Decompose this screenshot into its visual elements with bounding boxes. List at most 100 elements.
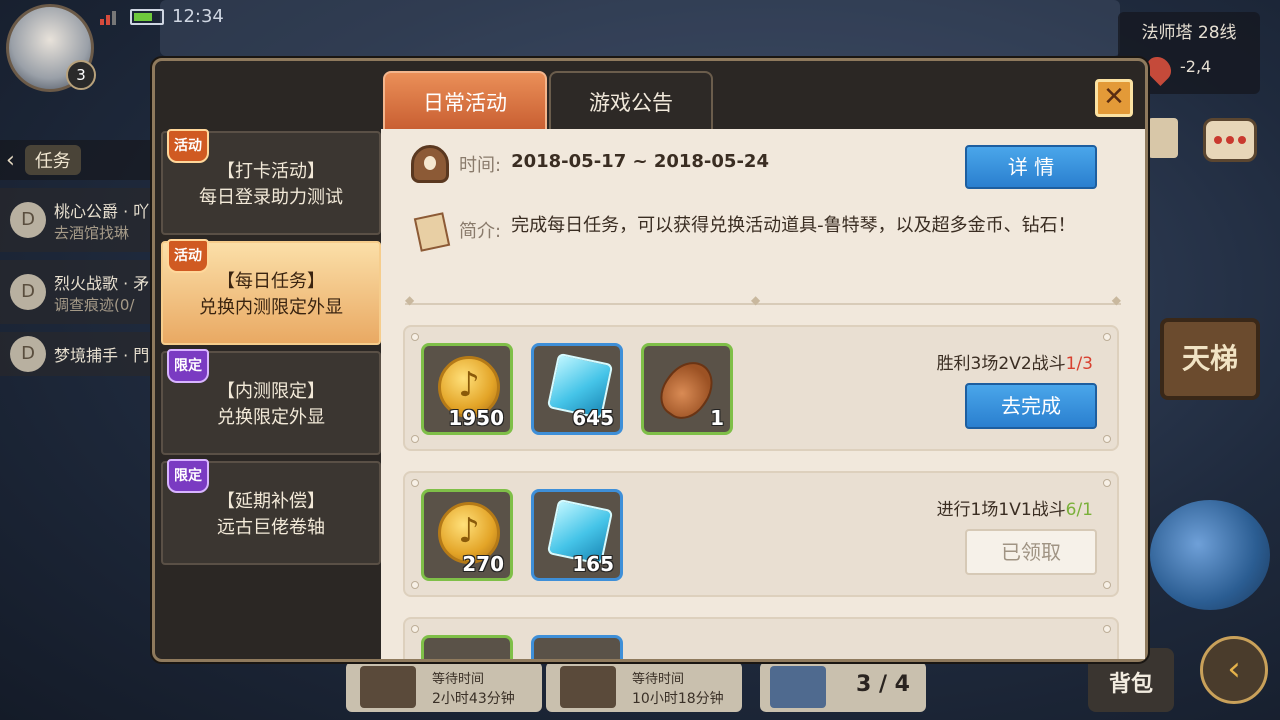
task-subtitle: 调查痕迹(0/ bbox=[54, 295, 135, 314]
category-subtitle: 每日登录助力测试 bbox=[199, 187, 343, 208]
corner-rivet-icon bbox=[411, 625, 419, 633]
status-bar: 12:34 bbox=[100, 6, 224, 27]
quest-icon: D bbox=[10, 202, 46, 238]
chest-slot[interactable]: 等待时间 2小时43分钟 bbox=[346, 662, 542, 712]
reward-item[interactable]: 1950 bbox=[421, 343, 513, 435]
quest-icon: D bbox=[10, 274, 46, 310]
reward-item[interactable] bbox=[531, 635, 623, 659]
go-complete-button[interactable]: 去完成 bbox=[965, 383, 1097, 429]
corner-rivet-icon bbox=[1103, 625, 1111, 633]
reward-count: 165 bbox=[572, 552, 614, 576]
category-badge: 活动 bbox=[167, 129, 209, 163]
category-item-daily-tasks[interactable]: 活动 【每日任务】 兑换内测限定外显 bbox=[161, 239, 381, 345]
claimed-button[interactable]: 已领取 bbox=[965, 529, 1097, 575]
chest-slot-counter[interactable]: 3 / 4 bbox=[760, 662, 926, 712]
corner-rivet-icon bbox=[1103, 435, 1111, 443]
time-value: 2018-05-17 ~ 2018-05-24 bbox=[511, 151, 769, 172]
reward-item[interactable]: 165 bbox=[531, 489, 623, 581]
task-title: 梦境捕手 · 門 bbox=[54, 346, 150, 365]
mission-description: 进行1场1V1战斗6/1 bbox=[937, 495, 1093, 520]
collapse-arrow-icon[interactable]: ‹ bbox=[6, 148, 15, 173]
reward-count: 1950 bbox=[448, 406, 504, 430]
back-arrow-icon[interactable]: ‹ bbox=[1200, 636, 1268, 704]
mission-card bbox=[403, 617, 1119, 659]
task-title: 桃心公爵 · 吖 bbox=[54, 201, 150, 221]
chest-wait-time: 10小时18分钟 bbox=[632, 691, 724, 707]
reward-item[interactable]: 270 bbox=[421, 489, 513, 581]
dot-icon bbox=[1238, 136, 1246, 144]
chest-icon bbox=[770, 666, 826, 708]
task-row[interactable]: D 梦境捕手 · 門 bbox=[0, 332, 160, 376]
reward-item[interactable]: 645 bbox=[531, 343, 623, 435]
task-title: 烈火战歌 · 矛 bbox=[54, 273, 150, 293]
corner-rivet-icon bbox=[411, 479, 419, 487]
dot-icon bbox=[1226, 136, 1234, 144]
corner-rivet-icon bbox=[1103, 479, 1111, 487]
map-coordinates: -2,4 bbox=[1180, 57, 1212, 76]
clock-icon bbox=[411, 145, 449, 183]
activity-detail-pane: 时间: 2018-05-17 ~ 2018-05-24 详 情 简介: 完成每日… bbox=[381, 129, 1145, 659]
chest-icon bbox=[360, 666, 416, 708]
reward-count: 270 bbox=[462, 552, 504, 576]
time-row: 时间: 2018-05-17 ~ 2018-05-24 bbox=[411, 145, 769, 183]
category-badge: 活动 bbox=[167, 239, 209, 273]
intro-label: 简介: bbox=[459, 221, 502, 242]
corner-rivet-icon bbox=[411, 333, 419, 341]
clock-text: 12:34 bbox=[172, 6, 224, 27]
mission-text: 胜利3场2V2战斗 bbox=[936, 354, 1066, 374]
task-panel: ‹ 任务 D 桃心公爵 · 吖去酒馆找琳 D 烈火战歌 · 矛调查痕迹(0/ D… bbox=[0, 140, 160, 376]
dot-icon bbox=[1214, 136, 1222, 144]
intro-row: 简介: 完成每日任务，可以获得兑换活动道具-鲁特琴，以及超多金币、钻石！ bbox=[411, 211, 1111, 249]
chest-slot[interactable]: 等待时间 10小时18分钟 bbox=[546, 662, 742, 712]
close-button[interactable]: ✕ bbox=[1095, 79, 1133, 117]
chest-icon bbox=[560, 666, 616, 708]
world-map-globe-icon[interactable] bbox=[1150, 500, 1270, 610]
background-scene bbox=[160, 0, 1120, 56]
chest-wait-label: 等待时间 bbox=[432, 672, 485, 687]
ladder-button[interactable]: 天梯 bbox=[1160, 318, 1260, 400]
corner-rivet-icon bbox=[411, 435, 419, 443]
mission-card: 1950 645 1 胜利3场2V2战斗1/3 去完成 bbox=[403, 325, 1119, 451]
chat-button[interactable] bbox=[1203, 118, 1257, 162]
activity-category-list: 活动 【打卡活动】 每日登录助力测试 活动 【每日任务】 兑换内测限定外显 限定… bbox=[161, 129, 381, 571]
activity-dialog: 日常活动 游戏公告 ✕ 活动 【打卡活动】 每日登录助力测试 活动 【每日任务】… bbox=[152, 58, 1148, 662]
chest-count: 3 / 4 bbox=[856, 672, 910, 697]
tab-game-announcements[interactable]: 游戏公告 bbox=[549, 71, 713, 129]
task-tab[interactable]: 任务 bbox=[24, 145, 81, 175]
reward-item[interactable] bbox=[421, 635, 513, 659]
tab-daily-activities[interactable]: 日常活动 bbox=[383, 71, 547, 129]
corner-rivet-icon bbox=[411, 581, 419, 589]
mission-progress: 1/3 bbox=[1065, 354, 1093, 374]
signal-icon bbox=[100, 9, 122, 25]
reward-item[interactable]: 1 bbox=[641, 343, 733, 435]
reward-count: 1 bbox=[710, 406, 724, 430]
task-subtitle: 去酒馆找琳 bbox=[54, 223, 130, 242]
mission-text: 进行1场1V1战斗 bbox=[936, 500, 1066, 520]
category-badge: 限定 bbox=[167, 349, 209, 383]
category-badge: 限定 bbox=[167, 459, 209, 493]
corner-rivet-icon bbox=[1103, 581, 1111, 589]
task-row[interactable]: D 烈火战歌 · 矛调查痕迹(0/ bbox=[0, 260, 160, 324]
mission-card: 270 165 进行1场1V1战斗6/1 已领取 bbox=[403, 471, 1119, 597]
category-subtitle: 兑换限定外显 bbox=[217, 407, 325, 428]
ornament-divider: ◆ bbox=[405, 293, 1121, 307]
category-subtitle: 远古巨佬卷轴 bbox=[217, 517, 325, 538]
category-item-delay-compensation[interactable]: 限定 【延期补偿】 远古巨佬卷轴 bbox=[161, 459, 381, 565]
chest-wait-label: 等待时间 bbox=[632, 672, 685, 687]
scroll-icon bbox=[411, 211, 449, 249]
chest-wait-time: 2小时43分钟 bbox=[432, 691, 515, 707]
time-label: 时间: bbox=[459, 155, 502, 176]
task-row[interactable]: D 桃心公爵 · 吖去酒馆找琳 bbox=[0, 188, 160, 252]
mail-icon[interactable] bbox=[1148, 118, 1178, 158]
quest-icon: D bbox=[10, 336, 46, 372]
category-item-beta-limited[interactable]: 限定 【内测限定】 兑换限定外显 bbox=[161, 349, 381, 455]
corner-rivet-icon bbox=[1103, 333, 1111, 341]
battery-icon bbox=[130, 8, 164, 25]
player-level-badge: 3 bbox=[66, 60, 96, 90]
mission-progress: 6/1 bbox=[1065, 500, 1093, 520]
dialog-tabs: 日常活动 游戏公告 bbox=[383, 71, 713, 129]
intro-text: 完成每日任务，可以获得兑换活动道具-鲁特琴，以及超多金币、钻石！ bbox=[511, 215, 1076, 236]
category-item-checkin[interactable]: 活动 【打卡活动】 每日登录助力测试 bbox=[161, 129, 381, 235]
reward-count: 645 bbox=[572, 406, 614, 430]
details-button[interactable]: 详 情 bbox=[965, 145, 1097, 189]
